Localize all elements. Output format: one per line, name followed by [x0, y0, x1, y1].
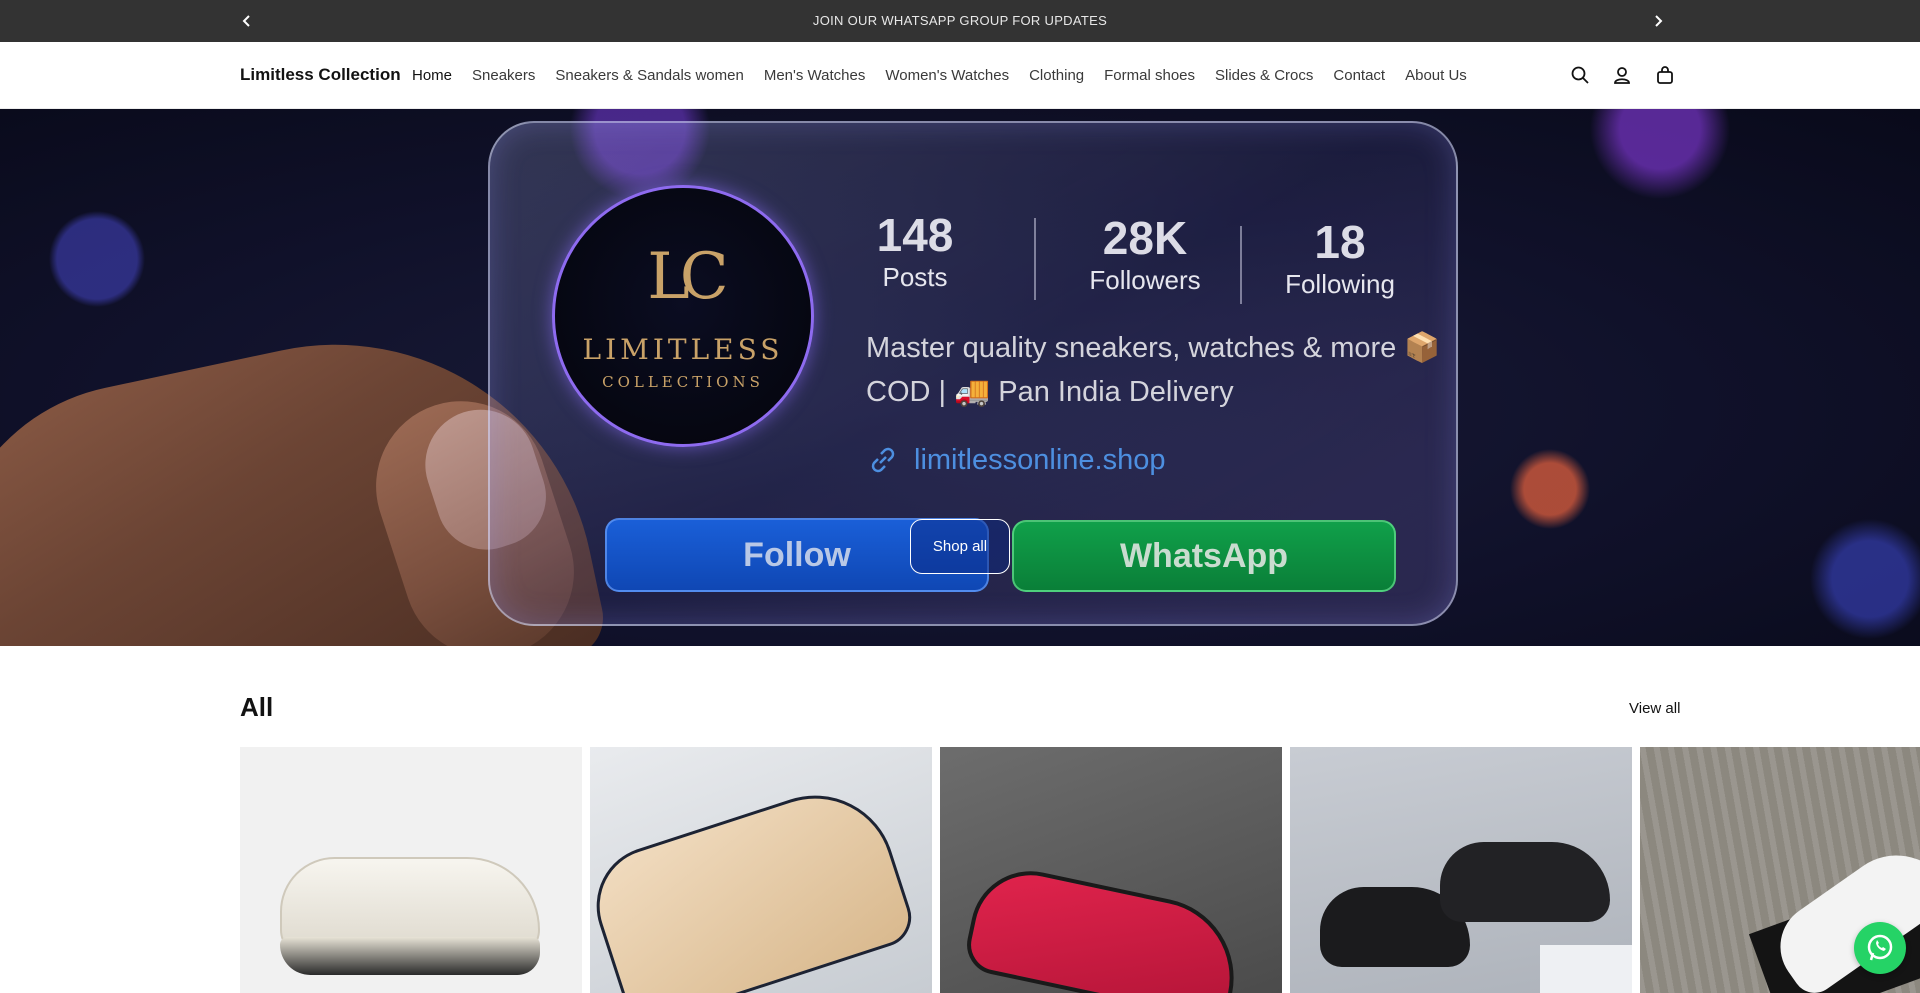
- logo-monogram: LC: [647, 240, 728, 314]
- chevron-right-icon: [1655, 15, 1663, 27]
- logo-wordmark: LIMITLESS: [582, 333, 784, 366]
- nav-item-slides-crocs[interactable]: Slides & Crocs: [1215, 67, 1313, 84]
- whatsapp-icon: [1867, 934, 1893, 961]
- announcement-text[interactable]: JOIN OUR WHATSAPP GROUP FOR UPDATES: [0, 13, 1920, 28]
- announcement-next-button[interactable]: [1648, 11, 1668, 31]
- product-card[interactable]: [940, 747, 1282, 993]
- logo-subtitle: COLLECTIONS: [602, 373, 764, 391]
- cart-icon[interactable]: [1654, 64, 1676, 86]
- stat-following: 18 Following: [1270, 215, 1410, 300]
- nav-item-clothing[interactable]: Clothing: [1029, 67, 1084, 84]
- product-card[interactable]: [1290, 747, 1632, 993]
- product-image-sole: [280, 937, 540, 975]
- profile-link-text: limitlessonline.shop: [914, 443, 1166, 476]
- nav-item-formal-shoes[interactable]: Formal shoes: [1104, 67, 1195, 84]
- product-image: [590, 774, 919, 993]
- whatsapp-button-graphic: WhatsApp: [1012, 520, 1396, 592]
- nav-item-sneakers-sandals-women[interactable]: Sneakers & Sandals women: [555, 67, 743, 84]
- product-card[interactable]: [240, 747, 582, 993]
- stat-followers: 28K Followers: [1065, 211, 1225, 296]
- search-icon[interactable]: [1569, 64, 1591, 86]
- shop-all-button[interactable]: Shop all: [910, 519, 1010, 574]
- main-nav: Home Sneakers Sneakers & Sandals women M…: [412, 67, 1487, 84]
- stat-posts-number: 148: [876, 209, 954, 261]
- view-all-link[interactable]: View all: [1629, 700, 1680, 717]
- announcement-bar: JOIN OUR WHATSAPP GROUP FOR UPDATES: [0, 0, 1920, 42]
- nav-item-about-us[interactable]: About Us: [1405, 67, 1467, 84]
- stat-divider: [1034, 218, 1036, 300]
- stat-followers-number: 28K: [1102, 212, 1188, 264]
- bio-line-1: Master quality sneakers, watches & more …: [866, 332, 1441, 364]
- bio-line-2: COD | 🚚 Pan India Delivery: [866, 376, 1234, 408]
- stat-following-label: Following: [1285, 269, 1395, 299]
- product-grid: [240, 747, 1920, 993]
- product-box: [1540, 945, 1632, 993]
- nav-item-mens-watches[interactable]: Men's Watches: [764, 67, 866, 84]
- brand-logo-text[interactable]: Limitless Collection: [240, 65, 401, 85]
- nav-item-womens-watches[interactable]: Women's Watches: [885, 67, 1009, 84]
- brand-logo-circle: LC LIMITLESS COLLECTIONS: [552, 185, 814, 447]
- nav-item-home[interactable]: Home: [412, 67, 452, 84]
- product-card[interactable]: [590, 747, 932, 993]
- profile-link: limitlessonline.shop: [866, 443, 1165, 477]
- stat-posts-label: Posts: [882, 262, 948, 292]
- nav-item-sneakers[interactable]: Sneakers: [472, 67, 535, 84]
- product-image: [1440, 842, 1610, 922]
- site-header: Limitless Collection Home Sneakers Sneak…: [0, 42, 1920, 109]
- stat-divider: [1240, 226, 1242, 304]
- stat-following-number: 18: [1314, 216, 1366, 268]
- product-image: [961, 860, 1249, 993]
- account-icon[interactable]: [1611, 64, 1633, 86]
- whatsapp-chat-button[interactable]: [1854, 922, 1906, 974]
- stat-posts: 148 Posts: [855, 208, 975, 293]
- collection-title: All: [240, 692, 274, 722]
- link-icon: [871, 447, 895, 473]
- nav-item-contact[interactable]: Contact: [1333, 67, 1385, 84]
- stat-followers-label: Followers: [1089, 265, 1201, 295]
